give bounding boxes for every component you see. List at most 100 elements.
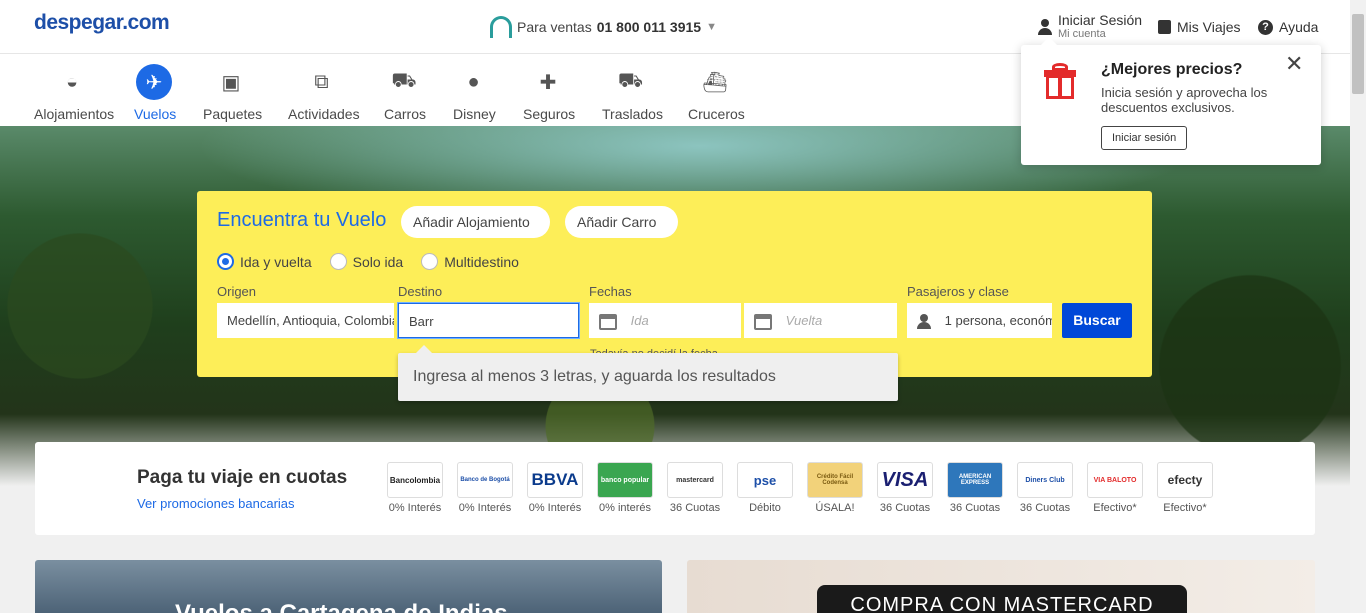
page-scrollbar[interactable] — [1350, 0, 1366, 613]
card-amex[interactable]: AMERICAN EXPRESS 36 Cuotas — [947, 462, 1003, 514]
departure-date-input[interactable]: Ida — [589, 303, 741, 338]
nav-seguros[interactable]: ✚ Seguros — [523, 64, 576, 123]
nav-paquetes[interactable]: ▣ Paquetes — [203, 64, 262, 123]
payment-efecty[interactable]: efecty Efectivo* — [1157, 462, 1213, 514]
nav-alojamientos[interactable]: ◒ Alojamientos — [34, 64, 114, 123]
nav-label: Cruceros — [688, 106, 745, 122]
trip-type-group: Ida y vuelta Solo ida Multidestino — [217, 253, 519, 270]
popup-text: Inicia sesión y aprovecha los descuentos… — [1101, 85, 1268, 115]
my-trips-link[interactable]: Mis Viajes — [1158, 19, 1241, 35]
nav-cruceros[interactable]: ⛴ Cruceros — [688, 64, 745, 123]
bank-bogota[interactable]: Banco de Bogotá 0% Interés — [457, 462, 513, 514]
bank-popular[interactable]: banco popular 0% interés — [597, 462, 653, 514]
my-account-label: Mi cuenta — [1058, 28, 1106, 40]
cartagena-promo-banner[interactable]: Vuelos a Cartagena de Indias — [35, 560, 662, 613]
nav-label: Vuelos — [134, 106, 177, 122]
chevron-down-icon: ▼ — [706, 21, 717, 33]
radio-multi-destination[interactable]: Multidestino — [421, 253, 519, 270]
close-icon[interactable]: ✕ — [1285, 53, 1303, 75]
bank-note: 36 Cuotas — [949, 502, 1001, 514]
return-date-input[interactable]: Vuelta — [744, 303, 897, 338]
help-icon: ? — [1258, 19, 1273, 35]
cartagena-promo-text: Vuelos a Cartagena de Indias — [175, 600, 508, 613]
payment-baloto[interactable]: VIA BALOTO Efectivo* — [1087, 462, 1143, 514]
dates-label: Fechas — [589, 284, 632, 299]
mastercard-logo: mastercard — [667, 462, 723, 498]
passengers-select[interactable]: 1 persona, económica — [907, 303, 1052, 338]
search-button[interactable]: Buscar — [1062, 303, 1132, 338]
origin-input[interactable]: Medellín, Antioquia, Colombia — [217, 303, 394, 338]
help-link[interactable]: ? Ayuda — [1258, 19, 1318, 35]
nav-label: Disney — [453, 106, 496, 122]
card-visa[interactable]: VISA 36 Cuotas — [877, 462, 933, 514]
car-icon: ⛟ — [391, 69, 417, 92]
sales-phone-dropdown[interactable]: Para ventas 01 800 011 3915 ▼ — [490, 16, 717, 38]
login-text-group: Iniciar Sesión Mi cuenta — [1058, 13, 1142, 41]
ship-icon: ⛴ — [702, 71, 728, 94]
bank-note: 0% Interés — [388, 502, 442, 514]
passengers-label: Pasajeros y clase — [907, 284, 1009, 299]
pse-logo: pse — [737, 462, 793, 498]
tickets-icon: ⧉ — [314, 70, 329, 93]
radio-label: Ida y vuelta — [240, 253, 312, 270]
scrollbar-thumb[interactable] — [1352, 14, 1364, 94]
radio-one-way[interactable]: Solo ida — [329, 253, 404, 270]
add-car-button[interactable]: Añadir Carro — [565, 206, 678, 238]
bank-logo: Banco de Bogotá — [457, 462, 513, 498]
codensa-logo: Crédito Fácil Codensa — [807, 462, 863, 498]
suitcase-icon — [1158, 20, 1171, 34]
radio-round-trip[interactable]: Ida y vuelta — [217, 253, 312, 270]
nav-label: Carros — [384, 106, 427, 122]
nav-label: Actividades — [288, 106, 360, 122]
better-prices-popup: ¿Mejores precios? Inicia sesión y aprove… — [1021, 37, 1321, 165]
radio-dot — [421, 253, 439, 270]
card-diners[interactable]: Diners Club 36 Cuotas — [1017, 462, 1073, 514]
popup-login-button[interactable]: Iniciar sesión — [1101, 126, 1188, 150]
mastercard-promo-banner[interactable]: COMPRA CON MASTERCARD — [687, 560, 1315, 613]
bank-bancolombia[interactable]: Bancolombia 0% Interés — [387, 462, 443, 514]
despegar-logo[interactable]: despegar.com — [34, 11, 170, 35]
nav-traslados[interactable]: ⛟ Traslados — [602, 64, 663, 123]
origin-label: Origen — [217, 284, 257, 299]
mastercard-promo-text: COMPRA CON MASTERCARD — [817, 585, 1187, 613]
nav-vuelos[interactable]: ✈ Vuelos — [134, 64, 177, 122]
destination-input[interactable]: Barr — [398, 303, 579, 338]
radio-label: Solo ida — [352, 253, 404, 270]
destination-label: Destino — [398, 284, 443, 299]
bank-bbva[interactable]: BBVA 0% Interés — [527, 462, 583, 514]
calendar-icon — [599, 313, 617, 330]
plane-icon: ✈ — [136, 64, 172, 100]
nav-label: Seguros — [523, 106, 576, 122]
calendar-icon — [754, 313, 772, 330]
bank-promotions-link[interactable]: Ver promociones bancarias — [137, 496, 295, 511]
taxi-icon: ⛟ — [617, 69, 644, 92]
bank-note: 0% interés — [599, 502, 651, 514]
destination-value: Barr — [409, 314, 434, 329]
nav-label: Traslados — [602, 106, 663, 122]
bank-note: 36 Cuotas — [669, 502, 721, 514]
nav-label: Alojamientos — [34, 106, 115, 122]
bank-note: Efectivo* — [1093, 502, 1137, 514]
payment-pse[interactable]: pse Débito — [737, 462, 793, 514]
passengers-value: 1 persona, económica — [944, 313, 1052, 328]
bank-note: 0% Interés — [458, 502, 512, 514]
payment-title: Paga tu viaje en cuotas — [137, 467, 348, 488]
nav-carros[interactable]: ⛟ Carros — [384, 64, 427, 123]
bank-logo: banco popular — [597, 462, 653, 498]
amex-logo: AMERICAN EXPRESS — [947, 462, 1003, 498]
bank-note: ÚSALA! — [815, 502, 855, 514]
add-hotel-label: Añadir Alojamiento — [413, 214, 530, 230]
card-codensa[interactable]: Crédito Fácil Codensa ÚSALA! — [807, 462, 863, 514]
return-placeholder: Vuelta — [785, 313, 823, 328]
visa-logo: VISA — [877, 462, 933, 498]
bank-note: 36 Cuotas — [879, 502, 931, 514]
login-label: Iniciar Sesión — [1058, 12, 1143, 28]
card-mastercard[interactable]: mastercard 36 Cuotas — [667, 462, 723, 514]
nav-disney[interactable]: ● Disney — [453, 64, 496, 123]
medical-bag-icon: ✚ — [539, 71, 557, 94]
hotel-bell-icon: ◒ — [65, 70, 79, 93]
add-hotel-button[interactable]: Añadir Alojamiento — [401, 206, 550, 238]
bank-logo: BBVA — [527, 462, 583, 498]
sales-label: Para ventas — [517, 19, 592, 35]
nav-actividades[interactable]: ⧉ Actividades — [288, 64, 360, 123]
